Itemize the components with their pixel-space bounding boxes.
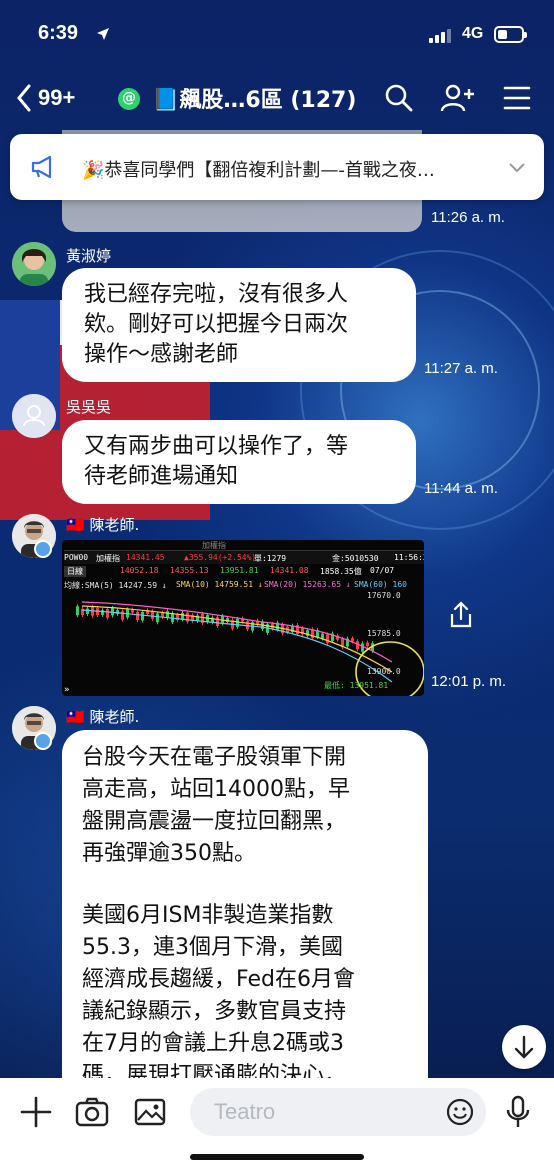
message-text: 又有兩步曲可以操作了，等 [84, 434, 349, 459]
avatar[interactable] [12, 242, 56, 286]
y-tick: 17670.0 [367, 592, 401, 600]
message-text: 高走高，站回14000點，早 [82, 777, 350, 802]
default-avatar-icon [12, 394, 56, 438]
chart-high: 14355.13 [170, 566, 209, 575]
add-friend-icon[interactable] [440, 83, 476, 113]
sender-name: 黃淑婷 [66, 247, 112, 265]
image-icon[interactable] [132, 1094, 168, 1130]
message-text: 55.3，連3個月下滑，美國 [82, 935, 343, 960]
avatar-photo [12, 242, 56, 286]
chart-period[interactable]: 日線 [64, 566, 86, 577]
plus-icon[interactable] [18, 1094, 54, 1130]
chart-code: POW00 [64, 553, 89, 562]
chart-open: 14052.18 [120, 566, 159, 575]
chart-low: 13951.81 [220, 566, 259, 575]
message-text: 台股今天在電子股領軍下開 [82, 745, 347, 770]
message-time: 11:27 a. m. [424, 360, 498, 377]
message-time: 11:26 a. m. [431, 209, 505, 226]
admin-badge-icon [34, 540, 52, 558]
y-tick: 13900.0 [367, 667, 401, 676]
scroll-to-bottom-button[interactable] [502, 1025, 546, 1069]
back-button[interactable]: 99+ [16, 80, 75, 116]
admin-badge-icon [34, 732, 52, 750]
announcement-banner[interactable]: 🎉恭喜同學們【翻倍複利計劃—-首戰之夜… [10, 134, 544, 200]
message-bubble[interactable]: 又有兩步曲可以操作了，等 待老師進場通知 [62, 420, 416, 504]
chevron-left-icon [17, 84, 31, 112]
chart-ma-label: SMA(20) 15263.65 ↓ [264, 580, 351, 589]
chart-close: 14341.08 [270, 566, 309, 575]
signal-icon [429, 27, 451, 43]
y-tick: 15785.0 [367, 629, 401, 638]
announcement-text: 🎉恭喜同學們【翻倍複利計劃—-首戰之夜… [82, 160, 435, 181]
chart-last: 14341.45 [126, 553, 165, 562]
group-status-icon: @ [118, 88, 140, 110]
status-time: 6:39 [38, 22, 79, 44]
message-text: 操作～感謝老師 [84, 342, 239, 367]
message-bubble[interactable]: 台股今天在電子股領軍下開 高走高，站回14000點，早 盤開高震盪一度拉回翻黑，… [62, 730, 428, 1090]
share-icon[interactable] [446, 600, 476, 630]
candlestick-plot: 17670.0 15785.0 13900.0 最低: 13951.81 » [64, 592, 424, 696]
message-text: 待老師進場通知 [84, 464, 239, 489]
expand-icon[interactable]: » [64, 685, 69, 695]
avatar[interactable] [12, 394, 56, 438]
sender-name: 吳吳吳 [66, 398, 112, 416]
message-text: 議紀錄顯示，多數官員支持 [82, 999, 347, 1024]
chart-ma-label: SMA(10) 14759.51 ↓ [176, 580, 263, 589]
megaphone-icon [31, 155, 52, 179]
sender-name: 🇹🇼 陳老師. [66, 708, 140, 726]
chart-date: 07/07 [370, 566, 395, 575]
menu-icon[interactable] [502, 83, 532, 113]
message-time: 12:01 p. m. [431, 673, 507, 690]
message-input[interactable] [214, 1098, 434, 1126]
microphone-icon[interactable] [500, 1094, 536, 1130]
message-bubble[interactable]: 我已經存完啦，沒有很多人 欸。剛好可以把握今日兩次 操作～感謝老師 [62, 268, 416, 382]
message-text: 我已經存完啦，沒有很多人 [84, 282, 349, 307]
arrow-down-icon [514, 1035, 534, 1059]
status-bar: 6:39 4G [0, 0, 554, 64]
message-text: 盤開高震盪一度拉回翻黑， [82, 809, 347, 834]
battery-icon [494, 26, 527, 43]
chart-change: ▲355.94(+2.54%) [184, 553, 257, 562]
chart-clock: 11:56:20 [394, 553, 424, 562]
chat-header: 99+ @ 📘飆股…6區 (127) [0, 70, 554, 126]
emoji-icon[interactable] [446, 1098, 474, 1126]
message-text: 再強彈逾350點。 [82, 841, 256, 866]
unread-count: 99+ [38, 85, 76, 110]
sender-name: 🇹🇼 陳老師. [66, 516, 140, 534]
chart-ma-label: 均線:SMA(5) 14247.59 ↓ [64, 581, 167, 590]
location-arrow-icon [97, 28, 109, 40]
home-indicator [190, 1154, 364, 1160]
chart-ma-label: SMA(60) 160 [354, 580, 407, 589]
chart-name: 加權指 [96, 554, 120, 563]
camera-icon[interactable] [74, 1094, 110, 1130]
network-type: 4G [462, 25, 484, 42]
chevron-down-icon[interactable] [508, 158, 526, 176]
chart-turnover: 1858.35億 [320, 567, 362, 576]
message-text: 欸。剛好可以把握今日兩次 [84, 312, 349, 337]
message-text: 經濟成長趨緩，Fed在6月會 [82, 967, 355, 992]
composer-bar [0, 1078, 554, 1166]
message-time: 11:44 a. m. [424, 480, 498, 497]
chart-amount: 金:5010530 [332, 554, 379, 563]
stock-chart-image[interactable]: 加權指 POW00 加權指 14341.45 ▲355.94(+2.54%) 單… [62, 540, 424, 696]
message-text: 在7月的會議上升息2碼或3 [82, 1031, 344, 1056]
group-name[interactable]: 📘飆股…6區 (127) [152, 82, 356, 114]
message-input-wrapper [190, 1088, 486, 1136]
low-label: 最低: 13951.81 [324, 680, 388, 690]
chart-volume: 單:1279 [254, 554, 287, 563]
search-icon[interactable] [384, 83, 414, 113]
message-text: 美國6月ISM非製造業指數 [82, 903, 334, 928]
